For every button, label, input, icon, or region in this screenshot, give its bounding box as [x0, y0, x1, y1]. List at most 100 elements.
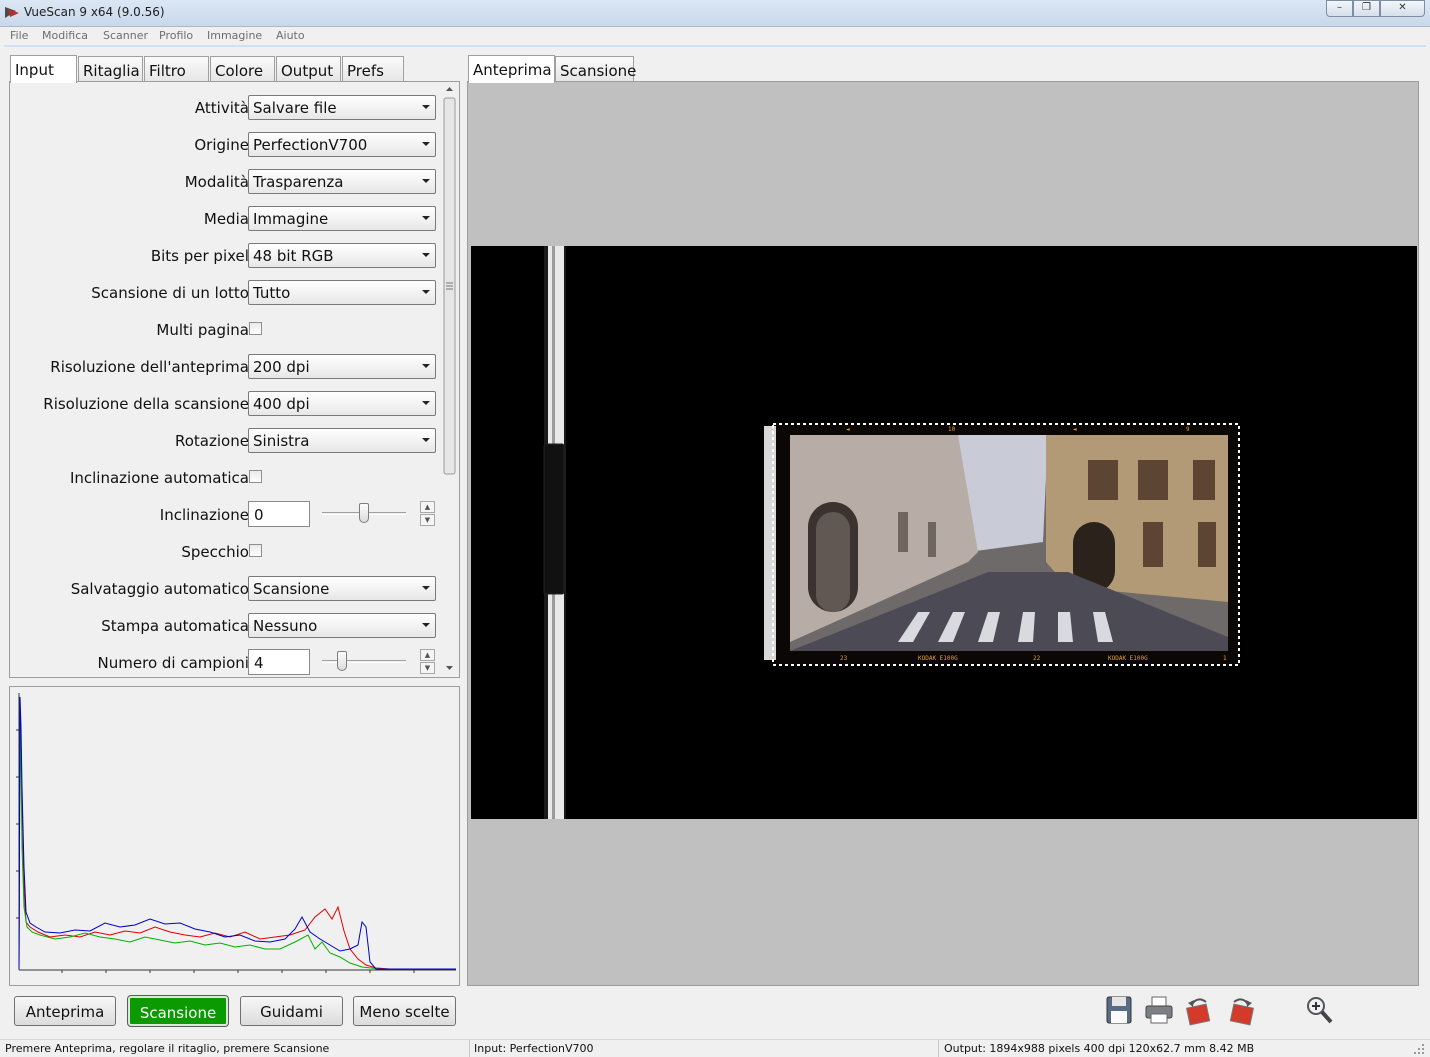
origine-select[interactable]: PerfectionV700 — [248, 132, 436, 157]
film-marking: 10 — [948, 426, 956, 433]
histogram-red — [18, 716, 456, 970]
rotate-left-icon[interactable] — [1184, 994, 1214, 1026]
inclinazione-slider[interactable] — [322, 503, 406, 523]
chevron-down-icon — [422, 623, 430, 627]
tab-filtro[interactable]: Filtro — [144, 56, 209, 82]
preview-image — [790, 435, 1228, 651]
lotto-value: Tutto — [253, 284, 291, 302]
input-settings-panel: Attività: Salvare file Origine: Perfecti… — [9, 81, 460, 678]
ris-anteprima-select[interactable]: 200 dpi — [248, 354, 436, 379]
lotto-select[interactable]: Tutto — [248, 280, 436, 305]
chevron-down-icon — [422, 586, 430, 590]
tab-anteprima[interactable]: Anteprima — [468, 55, 555, 83]
preview-area[interactable]: ◄ 10 ◄ 9 23 KODAK E100G 22 KODAK E100G 1 — [467, 81, 1419, 986]
preview-canvas[interactable]: ◄ 10 ◄ 9 23 KODAK E100G 22 KODAK E100G 1 — [468, 82, 1418, 985]
ris-scansione-select[interactable]: 400 dpi — [248, 391, 436, 416]
tab-output[interactable]: Output — [276, 56, 341, 82]
label-ris-anteprima: Risoluzione dell'anteprima: — [50, 358, 254, 376]
close-button[interactable]: ✕ — [1380, 0, 1425, 17]
tab-input[interactable]: Input — [10, 55, 77, 83]
film-marking: 22 — [1033, 655, 1041, 662]
scroll-down-icon — [446, 666, 453, 670]
incl-auto-checkbox[interactable] — [249, 470, 262, 483]
label-lotto: Scansione di un lotto: — [91, 284, 254, 302]
histogram-chart — [16, 693, 456, 973]
media-value: Immagine — [253, 210, 329, 228]
scroll-up-icon — [446, 87, 453, 91]
status-output: Output: 1894x988 pixels 400 dpi 120x62.7… — [944, 1042, 1255, 1055]
chevron-down-icon — [422, 105, 430, 109]
media-select[interactable]: Immagine — [248, 206, 436, 231]
print-icon[interactable] — [1144, 994, 1174, 1026]
label-incl-auto: Inclinazione automatica: — [69, 469, 254, 487]
label-stampa-auto: Stampa automatica: — [101, 617, 254, 635]
film-marking: 9 — [1186, 426, 1190, 433]
label-campioni: Numero di campioni: — [97, 654, 254, 672]
guidami-button[interactable]: Guidami — [240, 996, 343, 1026]
attivita-select[interactable]: Salvare file — [248, 95, 436, 120]
specchio-checkbox[interactable] — [249, 544, 262, 557]
meno-scelte-button[interactable]: Meno scelte — [353, 996, 456, 1026]
tab-colore[interactable]: Colore — [210, 56, 275, 82]
tab-scansione[interactable]: Scansione — [555, 56, 636, 82]
tab-prefs[interactable]: Prefs — [342, 56, 404, 82]
salv-auto-select[interactable]: Scansione — [248, 576, 436, 601]
histogram-panel — [9, 686, 460, 986]
stampa-auto-value: Nessuno — [253, 617, 318, 635]
slider-track — [322, 660, 406, 663]
maximize-button[interactable]: ❐ — [1353, 0, 1380, 17]
rotazione-value: Sinistra — [253, 432, 310, 450]
rotazione-select[interactable]: Sinistra — [248, 428, 436, 453]
film-marking: KODAK E100G — [918, 655, 958, 662]
menu-file[interactable]: File — [10, 29, 28, 42]
settings-scrollbar[interactable] — [441, 82, 458, 677]
save-icon[interactable] — [1104, 994, 1134, 1026]
scansione-button[interactable]: Scansione — [127, 995, 229, 1027]
scrollbar-graphic — [443, 87, 456, 670]
label-origine: Origine: — [194, 136, 254, 154]
inclinazione-spinner[interactable]: ▲ ▼ — [420, 501, 435, 527]
slider-thumb[interactable] — [337, 651, 347, 671]
rotate-right-icon[interactable] — [1226, 994, 1256, 1026]
menu-immagine[interactable]: Immagine — [207, 29, 262, 42]
label-bits: Bits per pixel: — [150, 247, 254, 265]
spin-down-icon[interactable]: ▼ — [420, 662, 435, 674]
menu-profilo[interactable]: Profilo — [159, 29, 193, 42]
campioni-spinner[interactable]: ▲ ▼ — [420, 649, 435, 675]
film-marking: 23 — [840, 655, 848, 662]
multi-pagina-checkbox[interactable] — [249, 322, 262, 335]
zoom-icon[interactable] — [1304, 994, 1334, 1026]
film-marking: ◄ — [846, 426, 850, 433]
spin-up-icon[interactable]: ▲ — [420, 649, 435, 661]
menu-modifica[interactable]: Modifica — [42, 29, 88, 42]
label-attivita: Attività: — [194, 99, 254, 117]
histogram-blue — [18, 696, 456, 970]
label-inclinazione: Inclinazione: — [159, 506, 254, 524]
campioni-input[interactable]: 4 — [248, 649, 310, 675]
minimize-button[interactable]: – — [1326, 0, 1353, 17]
label-multi-pagina: Multi pagina: — [156, 321, 254, 339]
slider-thumb[interactable] — [359, 503, 369, 523]
tab-ritaglia[interactable]: Ritaglia — [78, 56, 143, 82]
menu-divider — [4, 45, 1426, 47]
film-marking: KODAK E100G — [1108, 655, 1148, 662]
origine-value: PerfectionV700 — [253, 136, 368, 154]
status-separator — [938, 1040, 939, 1057]
menu-aiuto[interactable]: Aiuto — [276, 29, 305, 42]
attivita-value: Salvare file — [253, 99, 337, 117]
modalita-select[interactable]: Trasparenza — [248, 169, 436, 194]
bits-value: 48 bit RGB — [253, 247, 334, 265]
histogram-green — [18, 701, 456, 970]
bits-select[interactable]: 48 bit RGB — [248, 243, 436, 268]
stampa-auto-select[interactable]: Nessuno — [248, 613, 436, 638]
chevron-down-icon — [422, 142, 430, 146]
campioni-slider[interactable] — [322, 651, 406, 671]
inclinazione-input[interactable]: 0 — [248, 501, 310, 527]
menu-scanner[interactable]: Scanner — [103, 29, 148, 42]
label-specchio: Specchio: — [181, 543, 254, 561]
spin-up-icon[interactable]: ▲ — [420, 501, 435, 513]
resize-grip-icon[interactable] — [1412, 1042, 1426, 1056]
label-rotazione: Rotazione: — [174, 432, 254, 450]
spin-down-icon[interactable]: ▼ — [420, 514, 435, 526]
anteprima-button[interactable]: Anteprima — [14, 996, 116, 1026]
